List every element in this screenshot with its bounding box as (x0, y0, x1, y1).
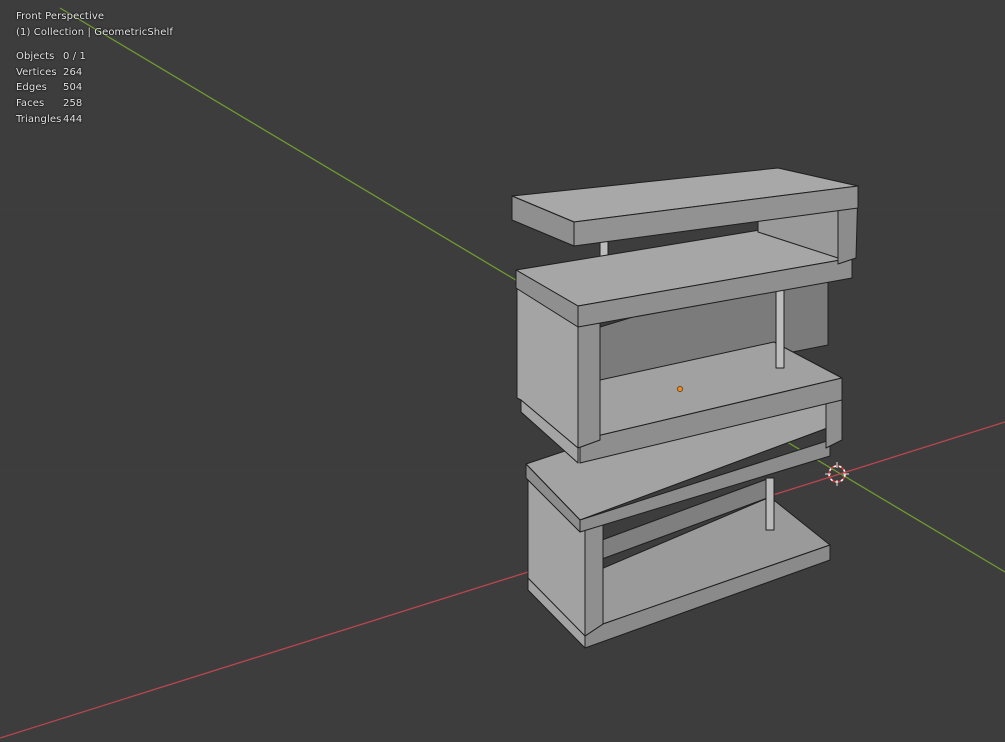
geometric-shelf-object[interactable] (511, 167, 859, 649)
stat-label: Objects (16, 51, 55, 63)
object-origin-dot (677, 386, 683, 392)
stat-row-vertices: Vertices 264 (16, 65, 173, 81)
view-name-label: Front Perspective (16, 11, 105, 22)
x-axis-line (0, 421, 1005, 739)
lower-pole-right (765, 477, 775, 531)
stat-row-objects: Objects 0 / 1 (16, 49, 173, 65)
3d-viewport[interactable]: Front Perspective (1) Collection | Geome… (0, 0, 1005, 742)
viewport-info-overlay: Front Perspective (1) Collection | Geome… (16, 9, 173, 127)
stat-label: Edges (16, 82, 47, 94)
collection-info-label: (1) Collection | GeometricShelf (16, 26, 173, 38)
stat-label: Vertices (16, 66, 57, 78)
3d-cursor-icon[interactable] (825, 462, 849, 486)
upper-pole-right (775, 289, 785, 369)
scene-statistics: Objects 0 / 1 Vertices 264 Edges 504 Fac… (16, 49, 173, 127)
stat-label: Triangles (16, 113, 62, 125)
stat-value: 258 (63, 97, 83, 109)
stat-value: 0 / 1 (63, 51, 86, 63)
stat-value: 264 (63, 66, 83, 78)
stat-row-edges: Edges 504 (16, 80, 173, 96)
stat-value: 444 (63, 113, 83, 125)
stat-label: Faces (16, 97, 45, 109)
middle-left-wall-inner (577, 317, 601, 449)
bottom-left-wall-inner (584, 519, 604, 637)
stat-value: 504 (63, 82, 83, 94)
stat-row-triangles: Triangles 444 (16, 112, 173, 128)
stat-row-faces: Faces 258 (16, 96, 173, 112)
